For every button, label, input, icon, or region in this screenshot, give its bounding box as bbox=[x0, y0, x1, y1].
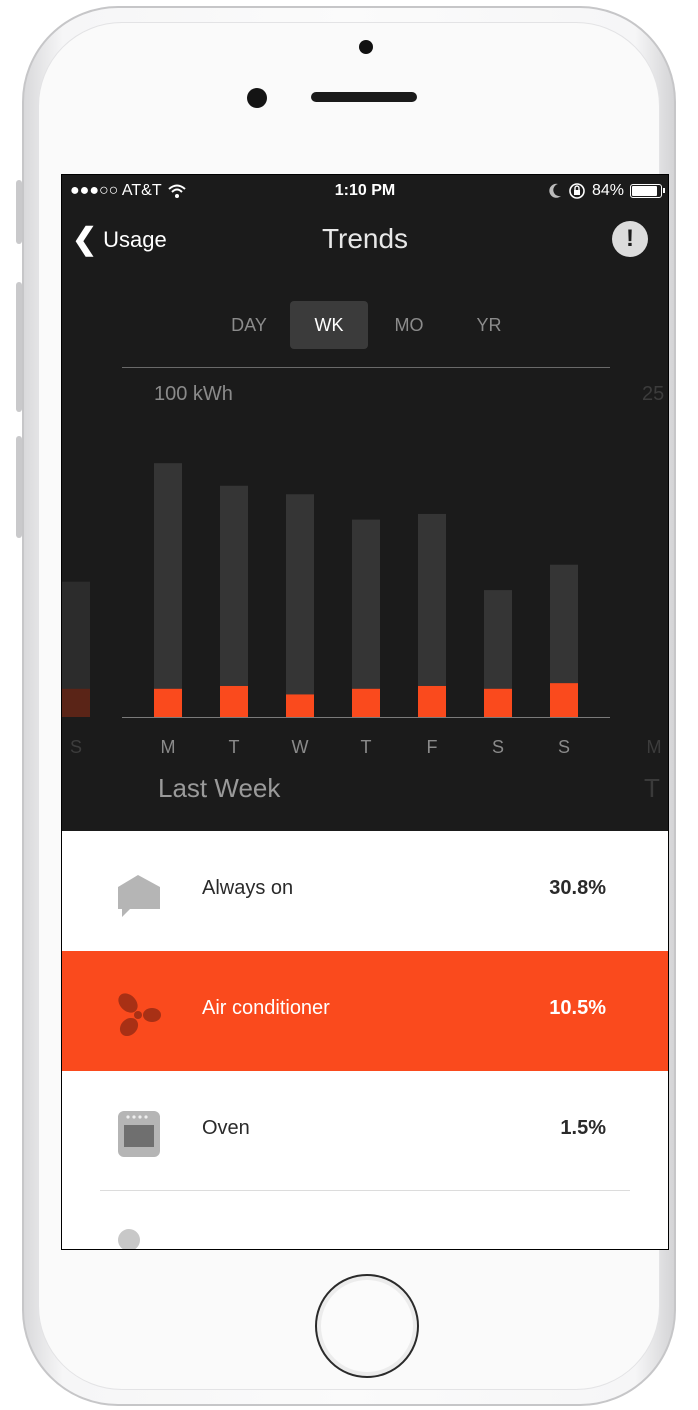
list-item-percent: 10.5% bbox=[549, 997, 606, 1019]
battery-icon bbox=[630, 184, 665, 198]
bar-total[interactable] bbox=[154, 463, 182, 717]
battery-percent: 84% bbox=[591, 182, 624, 199]
x-tick-label: S bbox=[491, 737, 504, 757]
x-tick-label-prev: S bbox=[69, 737, 82, 757]
home-button[interactable] bbox=[315, 1274, 419, 1378]
bar-selected[interactable] bbox=[484, 688, 512, 717]
tab-year[interactable]: YR bbox=[450, 301, 528, 349]
bar-total[interactable] bbox=[220, 485, 248, 717]
bar-selected[interactable] bbox=[220, 685, 248, 717]
bar-total[interactable] bbox=[286, 494, 314, 717]
tab-month[interactable]: MO bbox=[370, 301, 448, 349]
bar-selected[interactable] bbox=[550, 683, 578, 717]
bar-selected[interactable] bbox=[286, 694, 314, 717]
period-label: Last Week bbox=[158, 773, 281, 803]
list-item-always-on[interactable]: Always on 30.8% bbox=[62, 831, 668, 951]
x-tick-label: F bbox=[426, 737, 438, 757]
period-tabs: DAY WK MO YR bbox=[210, 301, 530, 349]
list-item-label: Oven bbox=[202, 1117, 250, 1139]
earpiece-speaker bbox=[311, 92, 417, 102]
tab-day[interactable]: DAY bbox=[210, 301, 288, 349]
bar-selected[interactable] bbox=[154, 688, 182, 717]
fan-icon bbox=[118, 993, 161, 1037]
front-camera bbox=[247, 88, 267, 108]
bar-total[interactable] bbox=[352, 519, 380, 717]
chart-baseline bbox=[122, 717, 610, 718]
category-list: Always on 30.8% Air conditioner 10.5% Ov… bbox=[62, 831, 668, 1249]
tab-week[interactable]: WK bbox=[290, 301, 368, 349]
screen: ●●●○○ AT&T 1:10 PM 84% ❮ Usage Trends ! … bbox=[61, 174, 669, 1250]
list-item-label: Always on bbox=[202, 877, 294, 899]
nav-bar: ❮ Usage Trends ! bbox=[62, 219, 668, 265]
usage-chart[interactable]: 100 kWh 25 SMTWTFSSM Last Week T bbox=[62, 365, 668, 825]
x-tick-label: T bbox=[360, 737, 372, 757]
list-item-percent: 30.8% bbox=[549, 877, 606, 899]
moon-icon bbox=[549, 183, 561, 198]
bar-selected[interactable] bbox=[418, 685, 446, 717]
rotation-lock-icon bbox=[569, 183, 585, 199]
next-period-label: T bbox=[644, 773, 660, 803]
x-tick-label: W bbox=[291, 737, 309, 757]
list-item-partial[interactable] bbox=[62, 1191, 668, 1249]
list-item-percent: 1.5% bbox=[560, 1117, 606, 1139]
bar-selected[interactable] bbox=[352, 688, 380, 717]
volume-up-button bbox=[16, 282, 22, 412]
status-right: 84% bbox=[548, 182, 665, 200]
category-icon bbox=[118, 1229, 140, 1249]
list-item-oven[interactable]: Oven 1.5% bbox=[62, 1071, 668, 1191]
bars-layer bbox=[62, 463, 578, 717]
mute-switch bbox=[16, 180, 22, 244]
volume-down-button bbox=[16, 436, 22, 538]
alert-icon[interactable]: ! bbox=[612, 221, 648, 257]
status-bar: ●●●○○ AT&T 1:10 PM 84% bbox=[62, 175, 668, 207]
house-icon bbox=[118, 875, 160, 917]
page-title: Trends bbox=[321, 223, 409, 254]
proximity-sensor bbox=[359, 40, 373, 54]
list-item-label: Air conditioner bbox=[202, 997, 330, 1019]
prev-selected-bar[interactable] bbox=[62, 688, 90, 717]
x-tick-label-next: M bbox=[646, 737, 662, 757]
x-tick-label: S bbox=[557, 737, 570, 757]
x-tick-label: M bbox=[160, 737, 176, 757]
list-item-air-conditioner[interactable]: Air conditioner 10.5% bbox=[62, 951, 668, 1071]
oven-icon bbox=[118, 1111, 160, 1157]
x-tick-label: T bbox=[228, 737, 240, 757]
